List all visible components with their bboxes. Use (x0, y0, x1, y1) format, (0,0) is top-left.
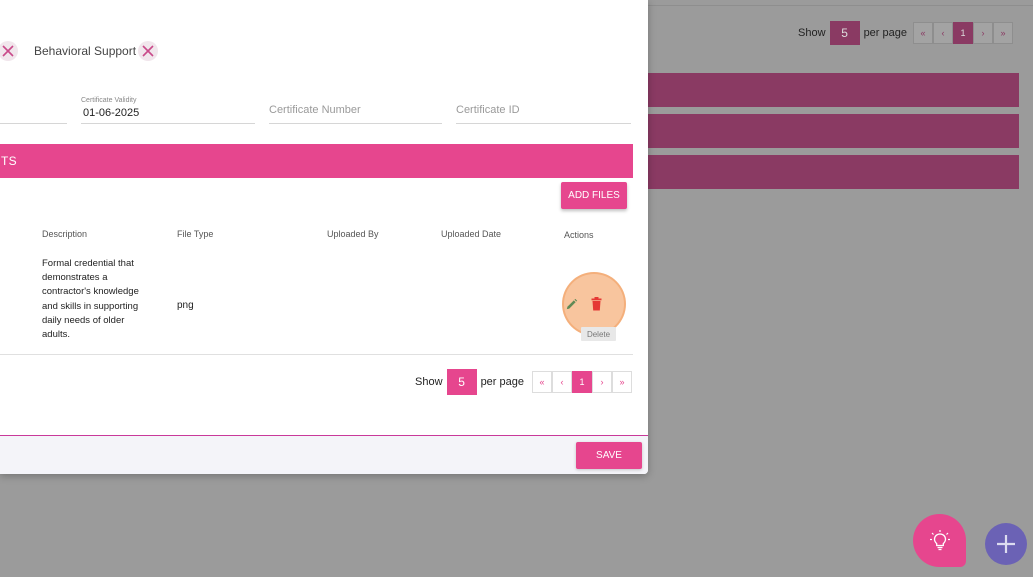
header-uploaded-by: Uploaded By (327, 229, 379, 239)
background-row-bar (648, 73, 1019, 107)
modal-footer: SAVE (0, 435, 648, 474)
lightbulb-icon (929, 529, 950, 550)
certificate-validity-value: 01-06-2025 (83, 107, 140, 119)
certificate-number-placeholder: Certificate Number (269, 104, 361, 116)
background-show-label: Show (798, 27, 826, 39)
header-actions: Actions (564, 230, 594, 240)
certificate-id-field[interactable]: Certificate ID (456, 94, 631, 124)
first-page-button[interactable]: « (532, 371, 552, 393)
previous-field[interactable] (0, 94, 67, 124)
chip-remove-button[interactable] (138, 41, 159, 61)
certificate-id-placeholder: Certificate ID (456, 104, 520, 116)
show-label: Show (415, 376, 443, 388)
header-file-type: File Type (177, 229, 214, 239)
background-pagination: Show 5 per page « ‹ 1 › » (798, 21, 1013, 45)
certificate-number-field[interactable]: Certificate Number (269, 94, 442, 124)
add-fab-button[interactable] (985, 523, 1027, 565)
background-page-size: 5 (829, 21, 860, 45)
background-row-bar (648, 155, 1019, 189)
row-file-type: png (177, 300, 194, 311)
table-divider (0, 354, 633, 355)
background-row-bar (648, 114, 1019, 148)
certificate-validity-field[interactable]: Certificate Validity 01-06-2025 (81, 94, 255, 124)
chip-remove-button[interactable] (0, 41, 18, 61)
document-modal: Behavioral Support Certificate Validity … (0, 0, 648, 474)
row-description: Formal credential that demonstrates a co… (42, 258, 139, 341)
add-files-button[interactable]: ADD FILES (561, 182, 627, 209)
background-prev-page-button: ‹ (933, 22, 953, 44)
prev-page-button[interactable]: ‹ (552, 371, 572, 393)
certificate-validity-label: Certificate Validity (81, 97, 137, 104)
plus-icon (997, 535, 1015, 553)
save-button[interactable]: SAVE (576, 442, 642, 469)
background-first-page-button: « (913, 22, 933, 44)
page-1-button[interactable]: 1 (572, 371, 592, 393)
background-top-divider (648, 0, 1033, 6)
per-page-label: per page (480, 376, 524, 388)
section-title: TS (1, 154, 17, 168)
header-uploaded-date: Uploaded Date (441, 229, 502, 239)
close-icon (2, 45, 14, 57)
background-next-page-button: › (973, 22, 993, 44)
background-per-page-label: per page (863, 27, 907, 39)
documents-section-header: TS (0, 144, 633, 178)
tips-fab-button[interactable] (913, 514, 966, 567)
delete-tooltip: Delete (581, 327, 616, 341)
trash-icon[interactable] (590, 297, 603, 311)
background-last-page-button: » (993, 22, 1013, 44)
next-page-button[interactable]: › (592, 371, 612, 393)
background-page-1-button: 1 (953, 22, 973, 44)
service-chips: Behavioral Support (0, 40, 159, 62)
close-icon (142, 45, 154, 57)
last-page-button[interactable]: » (612, 371, 632, 393)
header-description: Description (42, 229, 88, 239)
pencil-icon[interactable] (565, 298, 578, 311)
page-size-select[interactable]: 5 (446, 369, 477, 395)
chip-label: Behavioral Support (34, 44, 137, 58)
table-pagination: Show 5 per page « ‹ 1 › » (415, 369, 632, 395)
